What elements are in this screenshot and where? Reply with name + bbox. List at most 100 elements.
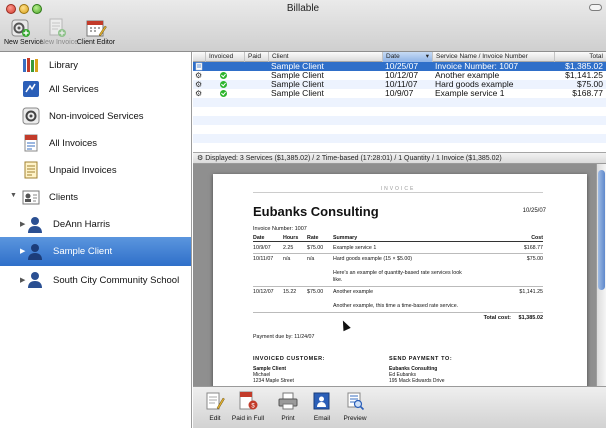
invoice-header-band: INVOICE <box>253 186 543 193</box>
window-titlebar: Billable New Service New Invoice Client … <box>0 0 606 52</box>
sidebar-item-label: Clients <box>49 191 79 203</box>
invoice-type-icon <box>195 62 205 71</box>
mouse-cursor-icon <box>339 318 351 332</box>
table-header: Invoiced Paid Client Date ▾ Service Name … <box>193 52 606 62</box>
edit-label: Edit <box>209 415 221 422</box>
column-header-total[interactable]: Total <box>554 52 606 62</box>
invoices-icon <box>24 134 38 152</box>
invoice-line-note: Here's an example of quantity-based rate… <box>333 270 462 276</box>
print-button[interactable]: Print <box>277 391 299 422</box>
invoice-toolbar: Edit $ Paid in Full Print Email Preview <box>193 386 606 428</box>
sidebar-client-label: Sample Client <box>53 246 113 257</box>
edit-icon <box>206 392 225 410</box>
disclosure-closed-icon[interactable]: ▶ <box>20 276 25 284</box>
column-header-paid[interactable]: Paid <box>244 52 268 62</box>
invoice-page: INVOICE Eubanks Consulting 10/25/07 Invo… <box>213 174 587 386</box>
disclosure-closed-icon[interactable]: ▶ <box>20 220 25 228</box>
invoice-line-date: 10/12/07 <box>253 289 274 295</box>
service-gear-icon: ⚙ <box>195 80 203 89</box>
service-gear-icon: ⚙ <box>195 89 203 98</box>
preview-scrollbar[interactable] <box>596 164 606 386</box>
invoice-line-rate: $75.00 <box>307 289 324 295</box>
sidebar-item-label: Library <box>49 59 79 71</box>
table-row[interactable]: ⚙ Sample Client 10/9/07 Example service … <box>193 89 606 98</box>
status-gear-icon[interactable]: ⚙ <box>197 155 203 162</box>
customer-street: 1234 Maple Street <box>253 378 294 384</box>
services-icon <box>23 81 39 97</box>
preview-icon <box>347 392 365 411</box>
sidebar-item-all-invoices[interactable]: All Invoices <box>0 130 191 156</box>
invoice-total: Total cost: $1,385.02 <box>484 315 543 321</box>
invoice-line-hours: 2.25 <box>283 245 294 251</box>
preview-label: Preview <box>343 415 367 422</box>
payee-street: 195 Mack Edwards Drive <box>389 378 445 384</box>
column-header-invoiced[interactable]: Invoiced <box>205 52 244 62</box>
payment-due: Payment due by: 11/24/07 <box>253 334 315 340</box>
cell-date: 10/12/07 <box>385 71 419 80</box>
send-payment-heading: SEND PAYMENT TO: <box>389 356 453 362</box>
invoiced-check-icon <box>220 71 230 80</box>
calendar-edit-icon <box>86 20 107 37</box>
invoice-line-cost: $1,141.25 <box>519 289 543 295</box>
sidebar-item-non-invoiced-services[interactable]: Non-invoiced Services <box>0 102 191 130</box>
invoice-line-note: like. <box>333 277 343 283</box>
invoice-date: 10/25/07 <box>522 208 546 214</box>
preview-scroll-thumb[interactable] <box>598 170 605 290</box>
sidebar-item-label: All Invoices <box>49 137 98 149</box>
sidebar-client-south-city-community-school[interactable]: ▶ South City Community School <box>0 266 191 294</box>
person-icon <box>28 216 42 233</box>
invoice-col-date: Date <box>253 235 265 241</box>
cell-client: Sample Client <box>271 62 324 71</box>
disclosure-closed-icon[interactable]: ▶ <box>20 247 25 255</box>
invoice-line-cost: $168.77 <box>523 245 543 251</box>
column-header-client[interactable]: Client <box>268 52 382 62</box>
cell-total: $168.77 <box>572 89 603 98</box>
library-icon <box>23 58 38 72</box>
table-row[interactable]: Sample Client 10/25/07 Invoice Number: 1… <box>193 62 606 71</box>
table-rule <box>253 241 543 242</box>
disclosure-open-icon[interactable]: ▼ <box>10 192 17 199</box>
gear-icon <box>22 107 40 125</box>
cell-date: 10/11/07 <box>385 80 418 89</box>
cell-client: Sample Client <box>271 71 324 80</box>
email-button[interactable]: Email <box>311 391 333 422</box>
sidebar-item-clients[interactable]: ▼ Clients <box>0 183 191 211</box>
cell-service-name: Another example <box>435 71 500 80</box>
client-editor-button[interactable]: Client Editor <box>76 18 116 50</box>
cell-date: 10/25/07 <box>385 62 419 71</box>
sidebar-item-label: Non-invoiced Services <box>49 110 144 122</box>
sidebar-client-deann-harris[interactable]: ▶ DeAnn Harris <box>0 210 191 239</box>
invoiced-check-icon <box>220 80 230 89</box>
new-service-button[interactable]: New Service <box>4 18 43 50</box>
invoice-line-note: Another example, this time a time-based … <box>333 303 459 309</box>
column-header-date[interactable]: Date ▾ <box>382 52 432 62</box>
invoice-line-hours: 15.22 <box>283 289 297 295</box>
column-header-type[interactable] <box>193 52 205 62</box>
invoice-line-date: 10/11/07 <box>253 256 274 262</box>
sidebar-item-all-services[interactable]: All Services <box>0 74 191 104</box>
edit-button[interactable]: Edit <box>203 391 227 422</box>
invoice-col-cost: Cost <box>531 235 543 241</box>
sidebar-client-sample-client[interactable]: ▶ Sample Client <box>0 237 191 266</box>
sidebar-client-label: South City Community School <box>53 274 180 286</box>
invoice-line-cost: $75.00 <box>526 256 543 262</box>
status-text: Displayed: 3 Services ($1,385.02) / 2 Ti… <box>205 155 502 162</box>
cell-total: $1,141.25 <box>565 71 603 80</box>
column-header-service-name[interactable]: Service Name / Invoice Number <box>432 52 554 62</box>
new-invoice-button[interactable]: New Invoice <box>40 18 78 50</box>
invoice-company-name: Eubanks Consulting <box>253 204 379 219</box>
preview-button[interactable]: Preview <box>341 391 369 422</box>
cell-client: Sample Client <box>271 80 324 89</box>
gear-add-icon <box>11 19 30 37</box>
row-rule <box>253 286 543 287</box>
window-title: Billable <box>286 3 320 14</box>
paid-in-full-button[interactable]: $ Paid in Full <box>231 391 265 422</box>
table-row[interactable]: ⚙ Sample Client 10/11/07 Hard goods exam… <box>193 80 606 89</box>
toolbar-toggle-button[interactable] <box>589 4 602 11</box>
unpaid-icon <box>24 161 38 179</box>
sidebar-item-unpaid-invoices[interactable]: Unpaid Invoices <box>0 156 191 184</box>
service-gear-icon: ⚙ <box>195 71 203 80</box>
clients-icon <box>22 190 40 205</box>
table-row[interactable]: ⚙ Sample Client 10/12/07 Another example… <box>193 71 606 80</box>
sidebar-item-label: Unpaid Invoices <box>49 164 117 176</box>
